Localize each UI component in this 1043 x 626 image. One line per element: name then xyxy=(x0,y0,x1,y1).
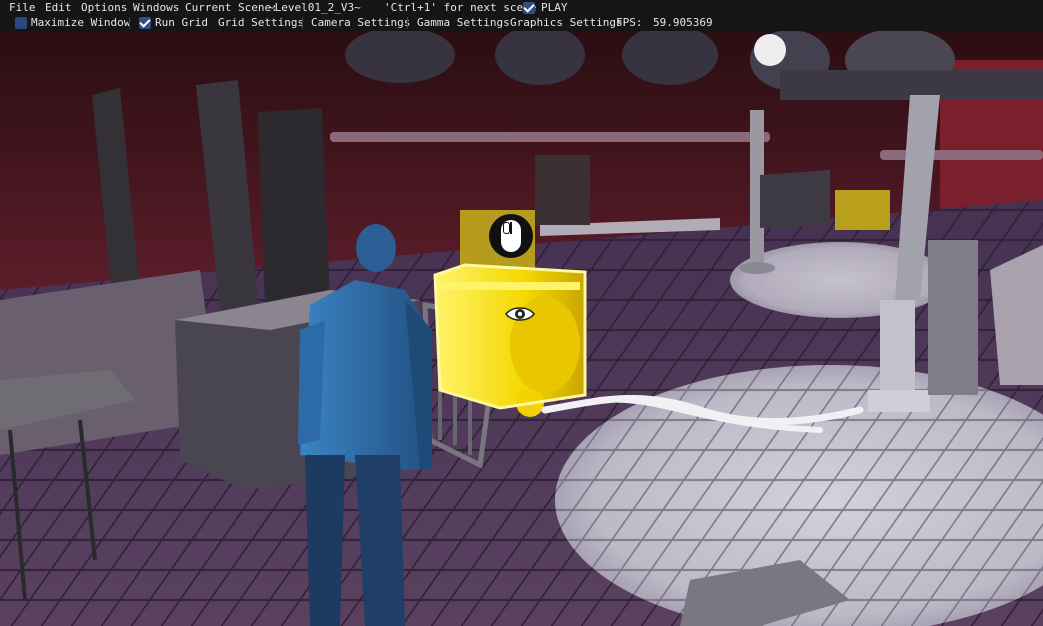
game-viewport[interactable]: File Edit Options Windows Current Scene:… xyxy=(0,0,1043,626)
grid-settings-menu[interactable]: Grid Settings xyxy=(218,16,304,30)
eye-icon xyxy=(504,304,536,324)
run-grid-checkbox[interactable] xyxy=(139,17,151,29)
maximize-window-checkbox[interactable] xyxy=(15,17,27,29)
menu-options[interactable]: Options xyxy=(81,1,127,15)
mouse-icon xyxy=(487,212,535,260)
selected-generator xyxy=(433,263,587,417)
menu-windows[interactable]: Windows xyxy=(133,1,179,15)
maximize-window-label[interactable]: Maximize Window xyxy=(31,16,130,30)
current-scene-name: ~Level01_2_V3~ xyxy=(268,1,361,14)
graphics-settings-menu[interactable]: Graphics Settings xyxy=(510,16,623,30)
tool-bar: Maximize Window Run Grid Grid Settings C… xyxy=(0,15,1043,31)
fps-label: FPS: xyxy=(616,16,643,29)
toolbar-separator xyxy=(302,17,303,29)
menu-bar: File Edit Options Windows Current Scene:… xyxy=(0,0,1043,16)
fps-value: 59.905369 xyxy=(653,16,713,29)
play-label[interactable]: PLAY xyxy=(541,1,568,15)
next-scene-hint: 'Ctrl+1' for next scene xyxy=(384,1,537,14)
run-grid-label[interactable]: Run Grid xyxy=(155,16,208,30)
play-checkbox[interactable] xyxy=(523,2,535,14)
current-scene-label: Current Scene: xyxy=(185,1,278,14)
menu-edit[interactable]: Edit xyxy=(45,1,72,15)
toolbar-separator xyxy=(407,17,408,29)
menu-file[interactable]: File xyxy=(9,1,36,15)
gamma-settings-menu[interactable]: Gamma Settings xyxy=(417,16,510,30)
toolbar-separator xyxy=(129,17,130,29)
camera-settings-menu[interactable]: Camera Settings xyxy=(311,16,410,30)
